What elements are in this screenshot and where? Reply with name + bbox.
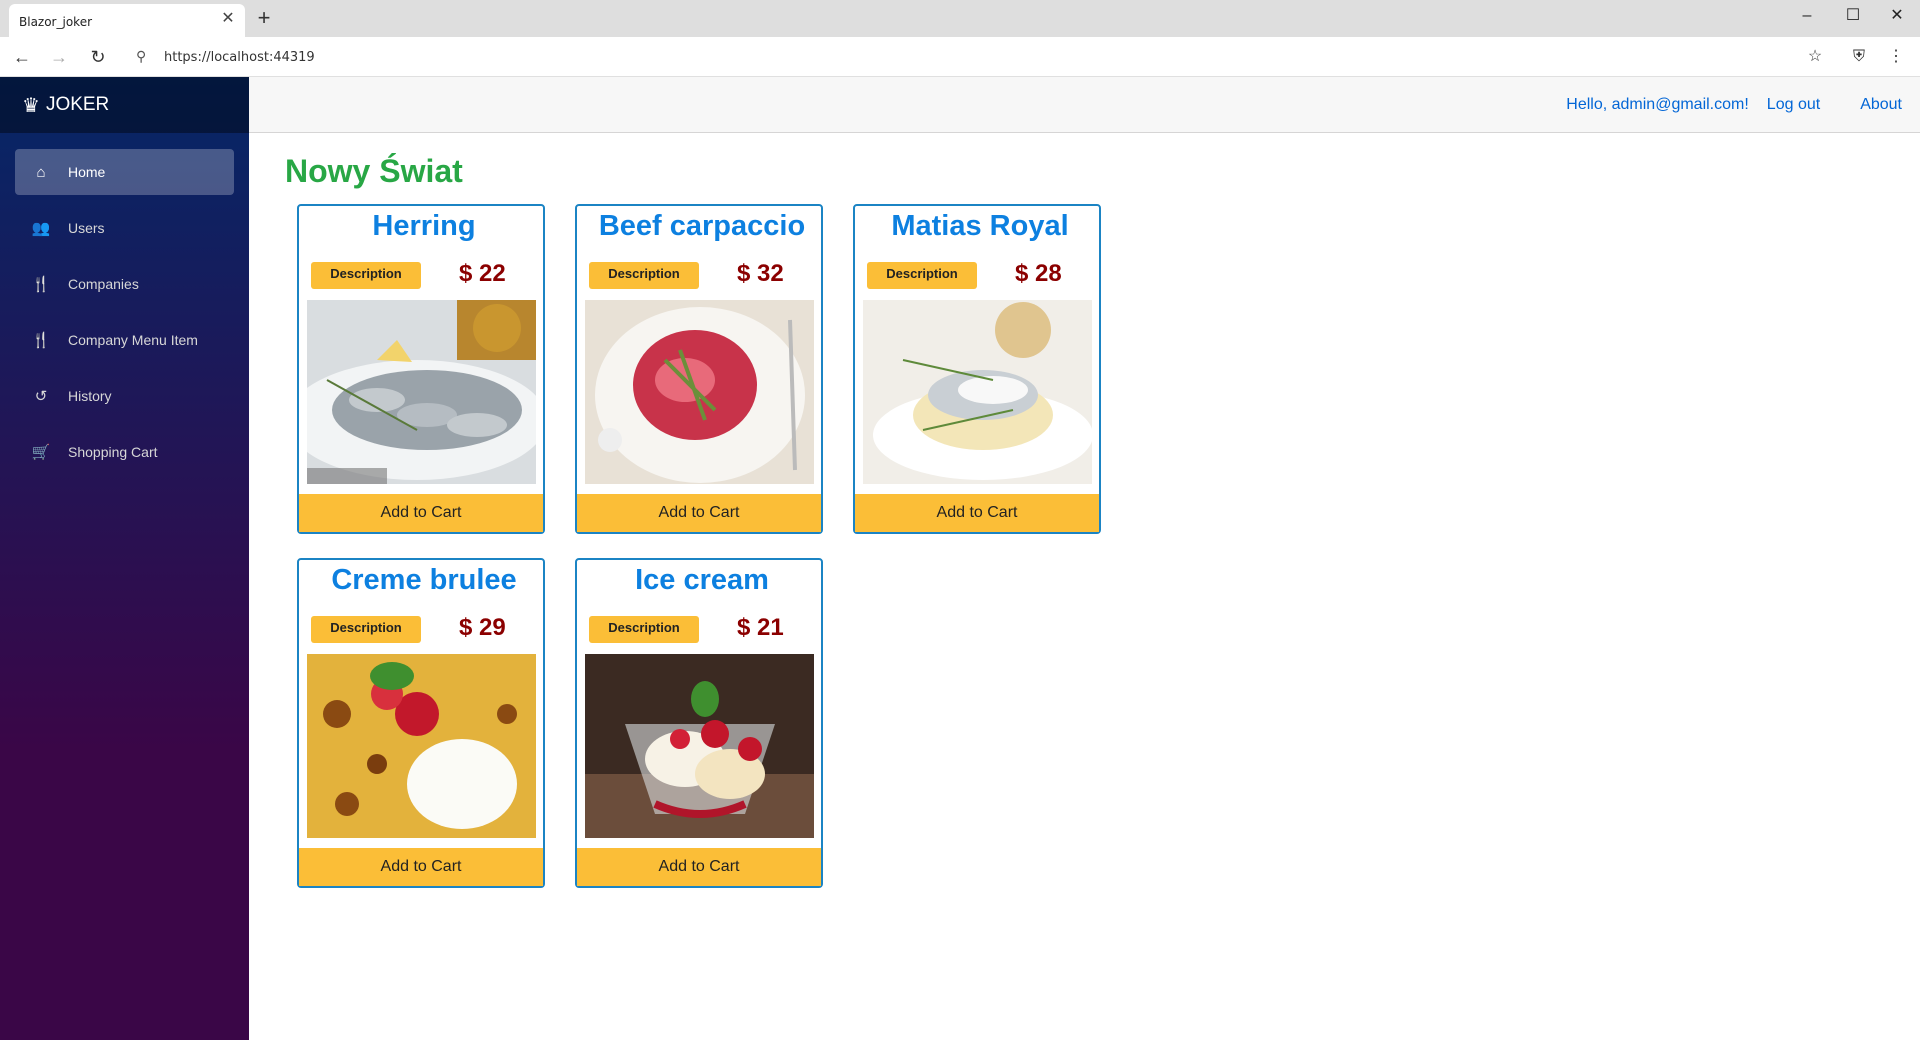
menu-dots-icon[interactable]: ⋮ xyxy=(1884,45,1908,69)
add-to-cart-button[interactable]: Add to Cart xyxy=(855,494,1099,532)
add-to-cart-button[interactable]: Add to Cart xyxy=(577,848,821,886)
page-body: Nowy Świat Herring Description $ 22 Add … xyxy=(249,133,1920,912)
close-window-icon[interactable]: ✕ xyxy=(1874,4,1920,28)
browser-tab[interactable]: Blazor_joker ✕ xyxy=(9,4,245,37)
product-name: Creme brulee xyxy=(331,564,517,596)
product-name: Beef carpaccio xyxy=(598,210,806,242)
sidebar-item-shopping-cart[interactable]: 🛒 Shopping Cart xyxy=(15,429,234,475)
account-link[interactable]: Hello, admin@gmail.com! xyxy=(1566,96,1749,114)
main-content: Hello, admin@gmail.com! Log out About No… xyxy=(249,77,1920,1040)
product-name: Matias Royal xyxy=(891,210,1069,242)
forward-icon[interactable]: → xyxy=(47,45,71,69)
product-name: Ice cream xyxy=(635,564,769,596)
sidebar: ♛ JOKER ⌂ Home 👥 Users 🍴 Companies 🍴 Com… xyxy=(0,77,249,1040)
bookmark-star-icon[interactable]: ☆ xyxy=(1803,45,1827,69)
brand-label: JOKER xyxy=(45,94,110,115)
tab-title: Blazor_joker xyxy=(19,15,93,29)
add-to-cart-button[interactable]: Add to Cart xyxy=(299,848,543,886)
product-price: $ 29 xyxy=(459,614,506,641)
card-info-row: Description $ 28 xyxy=(855,250,1099,292)
address-bar[interactable]: ⚲ https://localhost:44319 xyxy=(124,42,1834,72)
description-button[interactable]: Description xyxy=(589,262,699,289)
product-price: $ 21 xyxy=(737,614,784,641)
description-button[interactable]: Description xyxy=(867,262,977,289)
home-icon: ⌂ xyxy=(36,163,46,181)
browser-tabstrip: Blazor_joker ✕ + – ☐ ✕ xyxy=(0,0,1920,37)
card-info-row: Description $ 29 xyxy=(299,604,543,646)
product-card: Matias Royal Description $ 28 Add to Car… xyxy=(853,204,1101,534)
product-image xyxy=(307,300,536,484)
card-info-row: Description $ 21 xyxy=(577,604,821,646)
sidebar-item-history[interactable]: ↺ History xyxy=(15,373,234,419)
shield-icon[interactable]: ⛨ xyxy=(1847,45,1871,69)
sidebar-item-label: Companies xyxy=(68,276,139,292)
sidebar-item-company-menu-item[interactable]: 🍴 Company Menu Item xyxy=(15,317,234,363)
crown-icon: ♛ xyxy=(22,94,40,117)
product-price: $ 28 xyxy=(1015,260,1062,287)
add-to-cart-button[interactable]: Add to Cart xyxy=(577,494,821,532)
close-tab-icon[interactable]: ✕ xyxy=(219,10,237,28)
top-row: Hello, admin@gmail.com! Log out About xyxy=(249,77,1920,133)
product-price: $ 32 xyxy=(737,260,784,287)
logout-link[interactable]: Log out xyxy=(1767,96,1820,114)
product-card: Herring Description $ 22 Add to Cart xyxy=(297,204,545,534)
product-grid: Herring Description $ 22 Add to Cart Bee… xyxy=(285,204,1405,912)
minimize-icon[interactable]: – xyxy=(1784,4,1830,28)
product-card: Ice cream Description $ 21 Add to Cart xyxy=(575,558,823,888)
history-icon: ↺ xyxy=(34,388,48,405)
product-image xyxy=(863,300,1092,484)
sidebar-item-label: Company Menu Item xyxy=(68,332,198,348)
card-info-row: Description $ 32 xyxy=(577,250,821,292)
utensils-icon: 🍴 xyxy=(31,276,51,293)
product-card: Creme brulee Description $ 29 Add to Car… xyxy=(297,558,545,888)
browser-toolbar: ← → ↻ ⚲ https://localhost:44319 ☆ ⛨ ⋮ xyxy=(0,37,1920,77)
sidebar-item-label: History xyxy=(68,388,112,404)
sidebar-item-label: Shopping Cart xyxy=(68,444,158,460)
utensils-icon: 🍴 xyxy=(31,332,51,349)
app: ♛ JOKER ⌂ Home 👥 Users 🍴 Companies 🍴 Com… xyxy=(0,77,1920,1040)
about-link[interactable]: About xyxy=(1860,96,1902,114)
users-icon: 👥 xyxy=(31,220,51,237)
description-button[interactable]: Description xyxy=(311,262,421,289)
reload-icon[interactable]: ↻ xyxy=(86,45,110,69)
product-image xyxy=(307,654,536,838)
page-title: Nowy Świat xyxy=(285,153,463,189)
product-image xyxy=(585,300,814,484)
search-icon: ⚲ xyxy=(136,48,147,64)
sidebar-item-label: Home xyxy=(68,164,106,180)
sidebar-item-users[interactable]: 👥 Users xyxy=(15,205,234,251)
product-name: Herring xyxy=(372,210,476,242)
description-button[interactable]: Description xyxy=(589,616,699,643)
product-card: Beef carpaccio Description $ 32 Add to C… xyxy=(575,204,823,534)
brand[interactable]: ♛ JOKER xyxy=(0,77,249,133)
product-price: $ 22 xyxy=(459,260,506,287)
maximize-icon[interactable]: ☐ xyxy=(1830,4,1876,28)
back-icon[interactable]: ← xyxy=(10,45,34,69)
sidebar-item-home[interactable]: ⌂ Home xyxy=(15,149,234,195)
new-tab-icon[interactable]: + xyxy=(252,7,276,31)
sidebar-item-companies[interactable]: 🍴 Companies xyxy=(15,261,234,307)
description-button[interactable]: Description xyxy=(311,616,421,643)
sidebar-nav: ⌂ Home 👥 Users 🍴 Companies 🍴 Company Men… xyxy=(0,133,249,475)
url-text: https://localhost:44319 xyxy=(164,50,315,65)
sidebar-item-label: Users xyxy=(68,220,105,236)
add-to-cart-button[interactable]: Add to Cart xyxy=(299,494,543,532)
cart-icon: 🛒 xyxy=(31,444,51,461)
product-image xyxy=(585,654,814,838)
card-info-row: Description $ 22 xyxy=(299,250,543,292)
